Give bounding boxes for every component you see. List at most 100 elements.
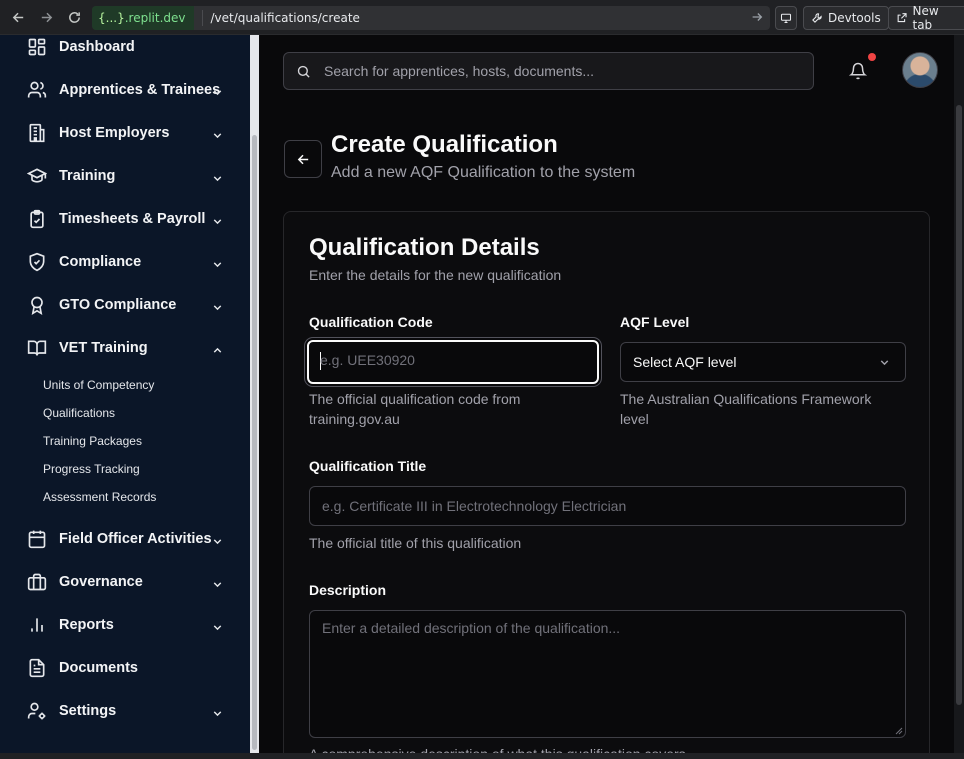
sidebar-scrollbar-thumb[interactable] (252, 135, 257, 750)
wrench-icon (812, 13, 822, 23)
qualification-code-help-line2: training.gov.au (309, 411, 400, 427)
sidebar-item-label: GTO Compliance (59, 297, 177, 313)
chevron-down-icon (211, 619, 224, 632)
aqf-level-help-line1: The Australian Qualifications Framework (620, 391, 872, 407)
sidebar-item-apprentices-trainees[interactable]: Apprentices & Trainees (0, 70, 250, 110)
go-arrow-icon[interactable] (750, 10, 764, 24)
sidebar-subitem-assessment-records[interactable]: Assessment Records (43, 490, 156, 504)
user-avatar[interactable] (902, 52, 938, 88)
chevron-down-icon (211, 213, 224, 226)
qualification-code-label: Qualification Code (309, 314, 433, 330)
devtools-button[interactable]: Devtools (803, 6, 889, 30)
search-input[interactable]: Search for apprentices, hosts, documents… (324, 63, 594, 79)
sidebar-subitem-training-packages[interactable]: Training Packages (43, 434, 142, 448)
notification-badge (868, 53, 876, 61)
main-scrollbar-thumb[interactable] (956, 105, 962, 705)
sidebar-item-label: Training (59, 168, 116, 184)
forward-arrow-icon[interactable] (32, 0, 60, 35)
screen-toggle-button[interactable] (775, 6, 797, 30)
main-scrollbar[interactable] (954, 35, 964, 753)
briefcase-icon (27, 572, 47, 592)
user-cog-icon (27, 701, 47, 721)
chevron-down-icon (211, 705, 224, 718)
sidebar-item-vet-training[interactable]: VET Training (0, 328, 250, 368)
chevron-down-icon (211, 84, 224, 97)
sidebar-item-settings[interactable]: Settings (0, 691, 250, 731)
calendar-icon (27, 529, 47, 549)
qualification-code-placeholder: e.g. UEE30920 (320, 352, 415, 368)
aqf-level-label: AQF Level (620, 314, 690, 330)
resize-handle-icon[interactable] (895, 727, 903, 735)
chevron-down-icon (211, 256, 224, 269)
external-link-icon (897, 13, 907, 23)
description-help: A comprehensive description of what this… (309, 744, 686, 753)
qualification-details-card: Qualification Details Enter the details … (283, 211, 930, 753)
back-button[interactable] (284, 140, 322, 178)
sidebar-subitem-progress-tracking[interactable]: Progress Tracking (43, 462, 140, 476)
sidebar-item-compliance[interactable]: Compliance (0, 242, 250, 282)
sidebar-item-label: Field Officer Activities (59, 531, 212, 547)
chevron-down-icon (880, 360, 889, 366)
sidebar-item-label: Governance (59, 574, 143, 590)
sidebar-item-training[interactable]: Training (0, 156, 250, 196)
qualification-title-help: The official title of this qualification (309, 535, 522, 551)
page-subtitle: Add a new AQF Qualification to the syste… (331, 164, 636, 181)
sidebar-item-gto-compliance[interactable]: GTO Compliance (0, 285, 250, 325)
file-text-icon (27, 658, 47, 678)
sidebar-item-label: Timesheets & Payroll (59, 211, 206, 227)
chevron-down-icon (211, 533, 224, 546)
book-open-icon (27, 338, 47, 358)
graduation-cap-icon (26, 166, 48, 186)
description-textarea[interactable]: Enter a detailed description of the qual… (309, 610, 906, 738)
qualification-title-input[interactable]: e.g. Certificate III in Electrotechnolog… (309, 486, 906, 526)
chevron-down-icon (211, 127, 224, 140)
qualification-title-placeholder: e.g. Certificate III in Electrotechnolog… (322, 498, 627, 514)
new-tab-button[interactable]: New tab (888, 4, 964, 32)
devtools-label: Devtools (828, 11, 881, 25)
sidebar-item-label: VET Training (59, 340, 148, 356)
address-bar[interactable]: {...} .replit.dev /vet/qualifications/cre… (92, 6, 770, 30)
description-placeholder: Enter a detailed description of the qual… (322, 620, 621, 636)
bar-chart-icon (27, 615, 47, 635)
sidebar-item-field-officer-activities[interactable]: Field Officer Activities (0, 519, 250, 559)
sidebar-item-timesheets-payroll[interactable]: Timesheets & Payroll (0, 199, 250, 239)
card-title: Qualification Details (309, 234, 540, 261)
sidebar-subitem-units-of-competency[interactable]: Units of Competency (43, 378, 154, 392)
chevron-up-icon (211, 342, 224, 355)
qualification-title-label: Qualification Title (309, 458, 427, 474)
shield-check-icon (27, 252, 47, 272)
sidebar: Dashboard Apprentices & Trainees Host Em… (0, 35, 250, 753)
sidebar-item-governance[interactable]: Governance (0, 562, 250, 602)
sidebar-item-label: Documents (59, 660, 138, 676)
sidebar-subitem-qualifications[interactable]: Qualifications (43, 406, 115, 420)
aqf-level-select[interactable]: Select AQF level (620, 342, 906, 382)
qualification-code-input[interactable]: e.g. UEE30920 (307, 340, 599, 384)
browser-toolbar: {...} .replit.dev /vet/qualifications/cre… (0, 0, 964, 35)
bell-icon[interactable] (849, 62, 867, 80)
qualification-code-help: The official qualification code from tra… (309, 389, 599, 429)
page-title: Create Qualification (331, 131, 558, 158)
url-host: {...} .replit.dev (92, 6, 194, 30)
sidebar-item-dashboard[interactable]: Dashboard (0, 35, 250, 67)
sidebar-item-label: Dashboard (59, 39, 135, 55)
aqf-level-help-line2: level (620, 411, 649, 427)
sidebar-item-label: Host Employers (59, 125, 170, 141)
sidebar-item-label: Reports (59, 617, 114, 633)
sidebar-item-reports[interactable]: Reports (0, 605, 250, 645)
back-arrow-icon[interactable] (4, 0, 32, 35)
description-label: Description (309, 582, 387, 598)
global-search[interactable]: Search for apprentices, hosts, documents… (283, 52, 814, 90)
chevron-down-icon (211, 170, 224, 183)
sidebar-scrollbar[interactable] (250, 35, 259, 753)
search-icon (297, 65, 310, 78)
qualification-code-help-line1: The official qualification code from (309, 391, 521, 407)
award-icon (27, 295, 47, 316)
card-subtitle: Enter the details for the new qualificat… (309, 267, 562, 283)
new-tab-label: New tab (912, 4, 939, 32)
sidebar-item-host-employers[interactable]: Host Employers (0, 113, 250, 153)
sidebar-item-documents[interactable]: Documents (0, 648, 250, 688)
aqf-level-selected: Select AQF level (633, 354, 737, 370)
sidebar-item-label: Apprentices & Trainees (59, 82, 221, 98)
sidebar-item-label: Compliance (59, 254, 142, 270)
reload-icon[interactable] (60, 0, 88, 35)
